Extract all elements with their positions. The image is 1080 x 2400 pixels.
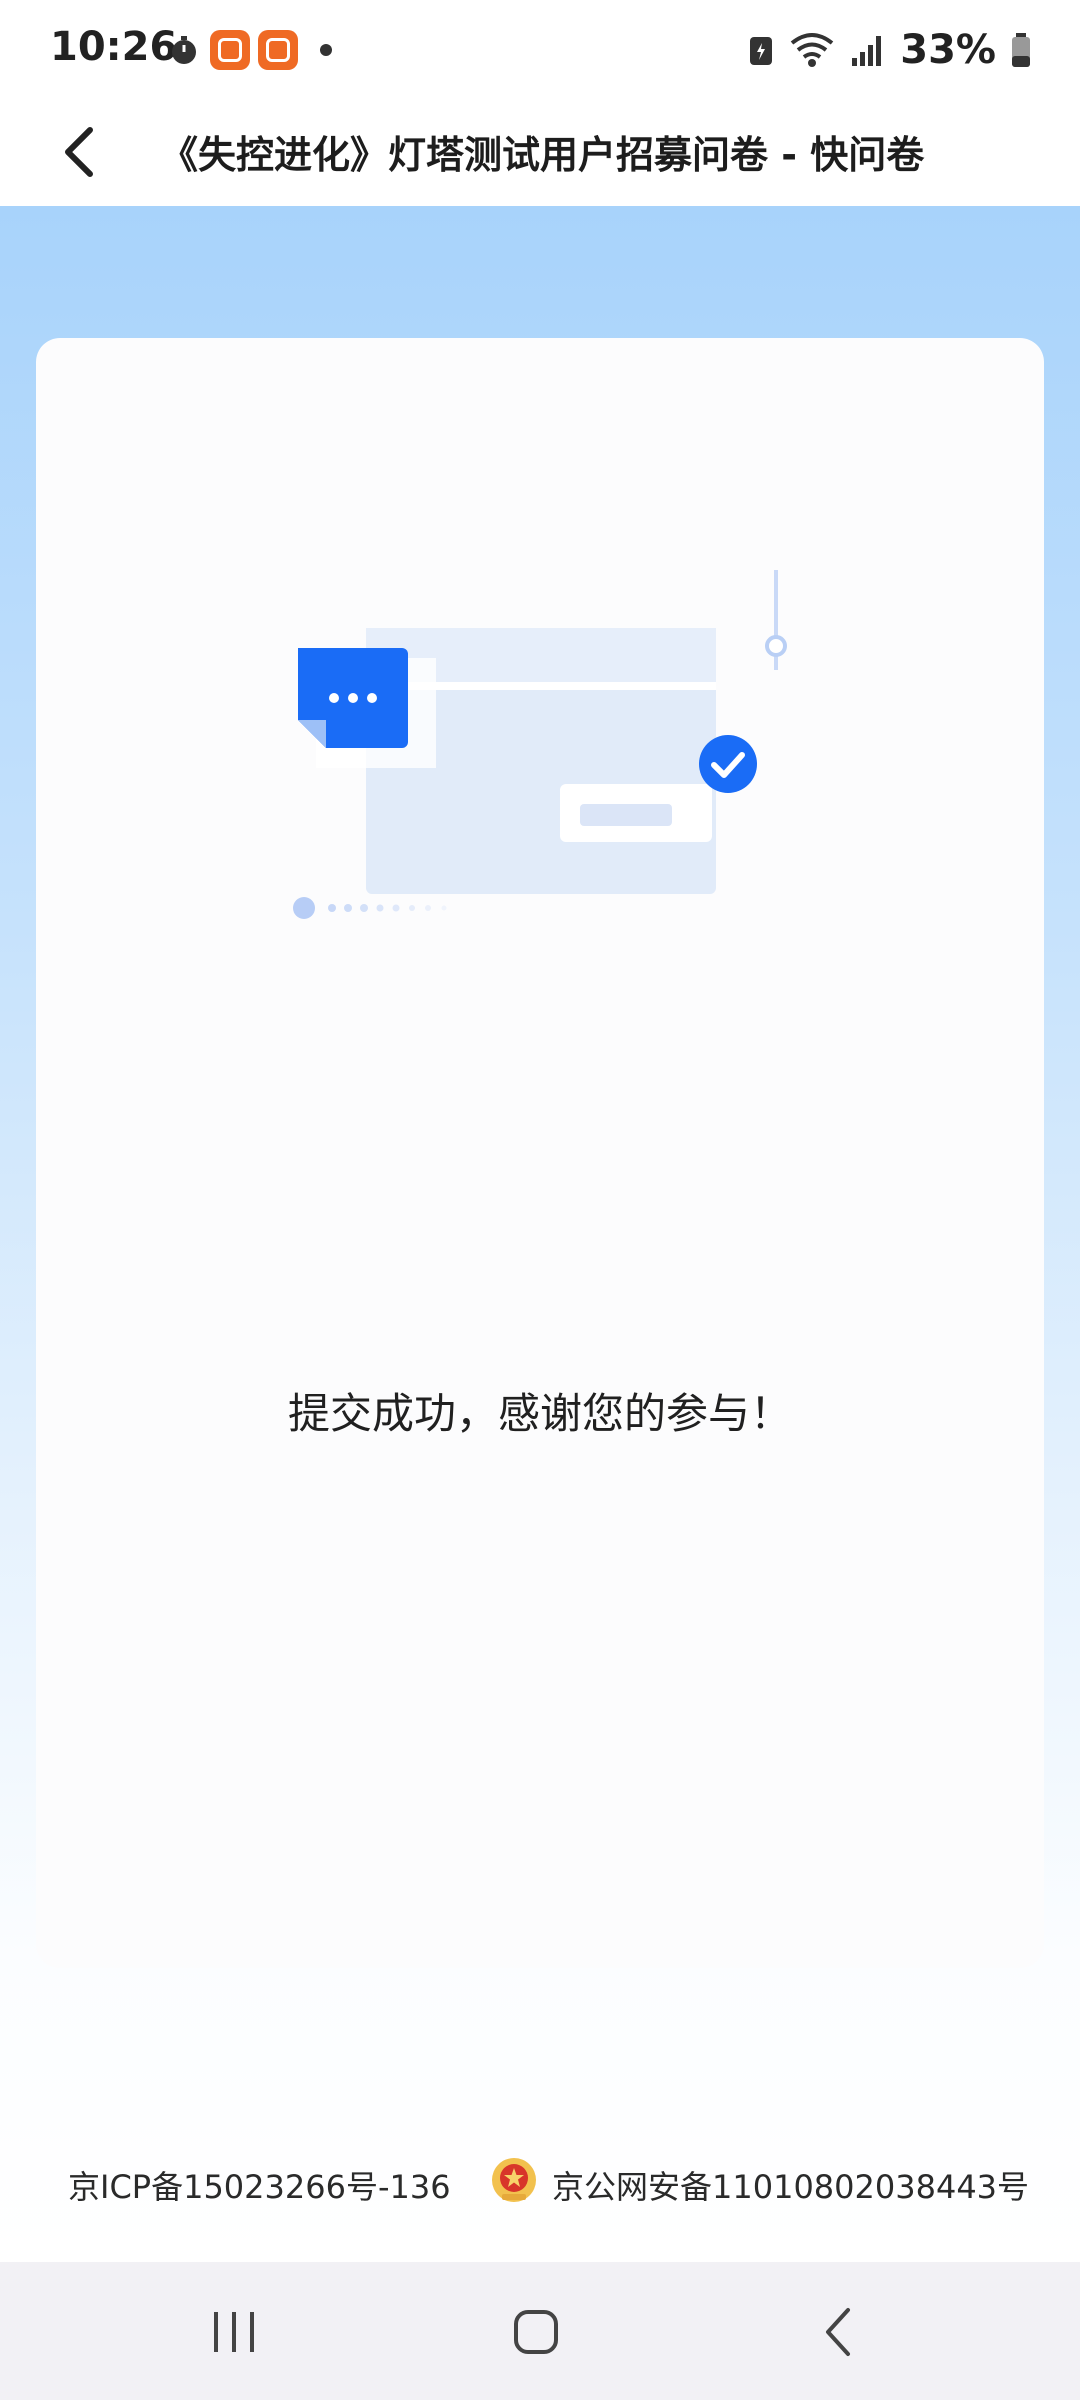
timer-icon: [172, 36, 196, 64]
back-icon[interactable]: [800, 2298, 880, 2366]
app-notification-icon: [258, 30, 298, 70]
police-record-link[interactable]: 京公网安备11010802038443号: [552, 2162, 1029, 2208]
icp-link[interactable]: 京ICP备15023266号-136: [68, 2162, 451, 2208]
footer: 京ICP备15023266号-136 京公网安备11010802038443号: [0, 2150, 1080, 2220]
battery-percent: 33%: [900, 27, 996, 73]
battery-icon: [1012, 33, 1030, 67]
status-bar: 10:26 33%: [0, 0, 1080, 96]
chevron-left-icon[interactable]: [44, 112, 124, 192]
success-message: 提交成功，感谢您的参与！: [287, 1389, 792, 1438]
home-icon[interactable]: [496, 2298, 576, 2366]
battery-saver-icon: [750, 37, 773, 65]
page-title: 《失控进化》灯塔测试用户招募问卷 - 快问卷: [160, 133, 925, 177]
dot-icon: [320, 44, 332, 56]
signal-icon: [852, 36, 882, 66]
title-bar: 《失控进化》灯塔测试用户招募问卷 - 快问卷: [0, 96, 1080, 206]
recents-icon[interactable]: [194, 2298, 274, 2366]
submit-success-illustration: [293, 570, 787, 919]
status-time: 10:26: [50, 24, 178, 70]
app-notification-icon: [210, 30, 250, 70]
system-nav-bar: [0, 2262, 1080, 2400]
police-emblem-icon: [492, 2158, 536, 2202]
status-indicators: 33%: [748, 22, 1032, 78]
wifi-icon: [791, 33, 834, 67]
